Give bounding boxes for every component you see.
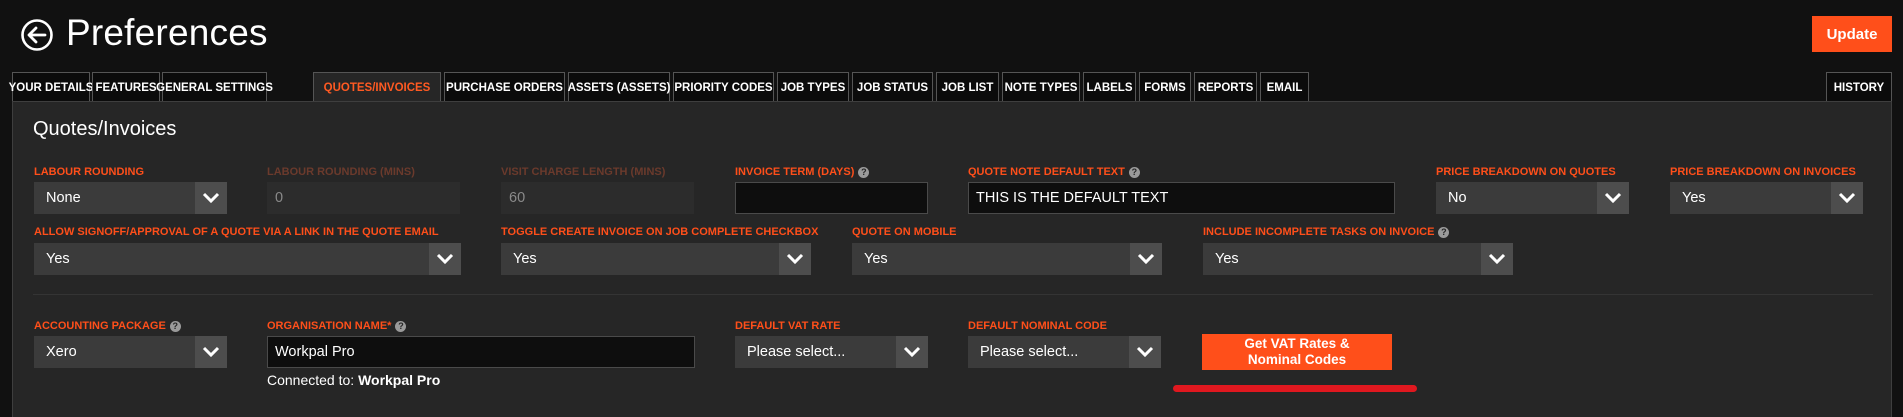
- page-title: Preferences: [66, 12, 268, 53]
- section-title: Quotes/Invoices: [33, 118, 177, 140]
- select-value: Please select...: [980, 344, 1079, 360]
- select-value: Yes: [1682, 190, 1706, 206]
- select-value: Yes: [864, 251, 888, 267]
- tab-labels[interactable]: LABELS: [1083, 72, 1136, 102]
- price-breakdown-invoices-select[interactable]: Yes: [1670, 182, 1863, 214]
- connected-org-name: Workpal Pro: [358, 372, 441, 388]
- chevron-down-icon: [1129, 336, 1161, 368]
- labour-rounding-label: LABOUR ROUNDING: [34, 166, 144, 178]
- toggle-create-invoice-select[interactable]: Yes: [501, 243, 811, 275]
- tab-purchase-orders[interactable]: PURCHASE ORDERS: [444, 72, 565, 102]
- select-value: No: [1448, 190, 1467, 206]
- chevron-down-icon: [1831, 182, 1863, 214]
- chevron-down-icon: [1481, 243, 1513, 275]
- connected-status: Connected to: Workpal Pro: [267, 372, 440, 388]
- select-value: Yes: [513, 251, 537, 267]
- quote-on-mobile-select[interactable]: Yes: [852, 243, 1162, 275]
- help-icon[interactable]: ?: [395, 320, 407, 332]
- invoice-term-label: INVOICE TERM (DAYS)?: [735, 166, 870, 178]
- select-value: Yes: [1215, 251, 1239, 267]
- section-divider: [33, 294, 1873, 295]
- accounting-package-select[interactable]: Xero: [34, 336, 227, 368]
- tab-general-settings[interactable]: GENERAL SETTINGS: [156, 72, 273, 102]
- tab-your-details[interactable]: YOUR DETAILS: [9, 72, 93, 102]
- chevron-down-icon: [1130, 243, 1162, 275]
- allow-signoff-select[interactable]: Yes: [34, 243, 461, 275]
- select-value: None: [46, 190, 81, 206]
- invoice-term-input[interactable]: [735, 182, 928, 214]
- update-button[interactable]: Update: [1812, 16, 1892, 52]
- tab-email[interactable]: EMAIL: [1260, 72, 1309, 102]
- chevron-down-icon: [779, 243, 811, 275]
- default-vat-rate-select[interactable]: Please select...: [735, 336, 928, 368]
- quote-on-mobile-label: QUOTE ON MOBILE: [852, 226, 957, 238]
- help-icon[interactable]: ?: [1438, 226, 1450, 238]
- red-underline-annotation: [1173, 385, 1417, 392]
- tab-assets[interactable]: ASSETS (ASSETS): [568, 72, 670, 102]
- connected-prefix: Connected to:: [267, 372, 355, 388]
- tab-priority-codes[interactable]: PRIORITY CODES: [673, 72, 774, 102]
- tab-forms[interactable]: FORMS: [1139, 72, 1191, 102]
- labour-rounding-mins-input: 0: [267, 182, 460, 214]
- toggle-create-invoice-label: TOGGLE CREATE INVOICE ON JOB COMPLETE CH…: [501, 226, 819, 238]
- visit-charge-length-input: 60: [501, 182, 694, 214]
- tab-note-types[interactable]: NOTE TYPES: [1002, 72, 1080, 102]
- tab-job-list[interactable]: JOB LIST: [936, 72, 999, 102]
- tab-bar: YOUR DETAILS FEATURES GENERAL SETTINGS Q…: [9, 72, 1892, 103]
- chevron-down-icon: [195, 336, 227, 368]
- chevron-down-icon: [896, 336, 928, 368]
- tab-reports[interactable]: REPORTS: [1194, 72, 1257, 102]
- get-vat-rates-button[interactable]: Get VAT Rates & Nominal Codes: [1202, 334, 1392, 370]
- chevron-down-icon: [195, 182, 227, 214]
- tab-features[interactable]: FEATURES: [92, 72, 160, 102]
- back-arrow-icon[interactable]: [20, 18, 54, 52]
- accounting-package-label: ACCOUNTING PACKAGE?: [34, 320, 181, 332]
- price-breakdown-invoices-label: PRICE BREAKDOWN ON INVOICES: [1670, 166, 1856, 178]
- include-incomplete-label: INCLUDE INCOMPLETE TASKS ON INVOICE?: [1203, 226, 1450, 238]
- help-icon[interactable]: ?: [169, 320, 181, 332]
- organisation-name-label: ORGANISATION NAME*?: [267, 320, 407, 332]
- price-breakdown-quotes-select[interactable]: No: [1436, 182, 1629, 214]
- labour-rounding-mins-label: LABOUR ROUNDING (MINS): [267, 166, 415, 178]
- chevron-down-icon: [1597, 182, 1629, 214]
- select-value: Yes: [46, 251, 70, 267]
- vat-button-line2: Nominal Codes: [1247, 352, 1347, 367]
- labour-rounding-select[interactable]: None: [34, 182, 227, 214]
- tab-job-status[interactable]: JOB STATUS: [852, 72, 933, 102]
- chevron-down-icon: [429, 243, 461, 275]
- help-icon[interactable]: ?: [858, 166, 870, 178]
- select-value: Xero: [46, 344, 77, 360]
- select-value: Please select...: [747, 344, 846, 360]
- quote-note-default-label: QUOTE NOTE DEFAULT TEXT?: [968, 166, 1140, 178]
- tab-job-types[interactable]: JOB TYPES: [777, 72, 849, 102]
- tab-history[interactable]: HISTORY: [1826, 72, 1892, 102]
- help-icon[interactable]: ?: [1128, 166, 1140, 178]
- organisation-name-input[interactable]: Workpal Pro: [267, 336, 695, 368]
- default-nominal-code-label: DEFAULT NOMINAL CODE: [968, 320, 1107, 332]
- vat-button-line1: Get VAT Rates &: [1244, 336, 1350, 351]
- price-breakdown-quotes-label: PRICE BREAKDOWN ON QUOTES: [1436, 166, 1616, 178]
- quote-note-default-input[interactable]: THIS IS THE DEFAULT TEXT: [968, 182, 1395, 214]
- quotes-invoices-panel: Quotes/Invoices LABOUR ROUNDING LABOUR R…: [12, 101, 1892, 417]
- include-incomplete-select[interactable]: Yes: [1203, 243, 1513, 275]
- default-nominal-code-select[interactable]: Please select...: [968, 336, 1161, 368]
- default-vat-rate-label: DEFAULT VAT RATE: [735, 320, 841, 332]
- tab-quotes-invoices[interactable]: QUOTES/INVOICES: [313, 72, 441, 103]
- allow-signoff-label: ALLOW SIGNOFF/APPROVAL OF A QUOTE VIA A …: [34, 226, 439, 238]
- page-header: Preferences Update: [0, 0, 1903, 68]
- visit-charge-length-label: VISIT CHARGE LENGTH (MINS): [501, 166, 666, 178]
